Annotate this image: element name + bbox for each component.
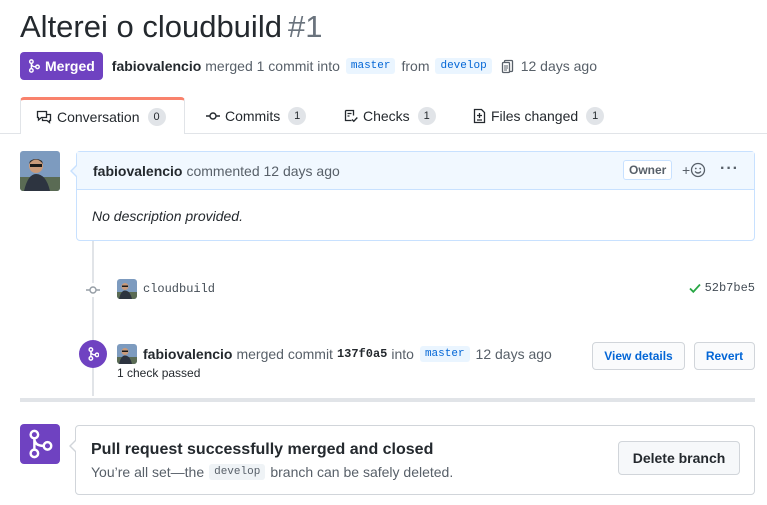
merged-status-description: You’re all set—the develop branch can be…: [91, 464, 453, 480]
tab-checks-label: Checks: [363, 107, 410, 124]
merge-event-badge: [79, 340, 107, 368]
pr-title: Alterei o cloudbuild #1: [20, 8, 322, 46]
tab-checks[interactable]: Checks 1: [344, 97, 436, 134]
merged-branch-label: develop: [209, 464, 266, 480]
add-reaction-button[interactable]: +: [682, 162, 706, 178]
comment-header: fabiovalencio commented 12 days ago Owne…: [77, 152, 754, 190]
tab-files-changed-count: 1: [586, 106, 605, 125]
merged-state-icon: [20, 424, 60, 464]
file-diff-icon: [473, 108, 486, 123]
base-branch-label[interactable]: master: [345, 58, 396, 74]
merge-event-text: merged commit: [236, 346, 333, 362]
head-branch-label[interactable]: develop: [435, 58, 492, 74]
timeline-separator: [20, 398, 755, 402]
merged-status-title: Pull request successfully merged and clo…: [91, 441, 434, 458]
comment-author-link[interactable]: fabiovalencio: [93, 163, 182, 179]
merged-box-pointer-fill: [71, 440, 77, 452]
git-merge-icon: [28, 59, 40, 73]
delete-branch-button[interactable]: Delete branch: [618, 441, 740, 475]
tab-conversation[interactable]: Conversation 0: [20, 97, 185, 134]
pr-meta: Merged fabiovalencio merged 1 commit int…: [20, 52, 597, 80]
merged-status-box: Pull request successfully merged and clo…: [75, 425, 755, 495]
git-merge-icon: [87, 347, 99, 361]
check-icon[interactable]: [688, 282, 701, 294]
git-merge-icon: [29, 429, 53, 459]
merged-desc-before: You’re all set—the: [91, 464, 205, 480]
tab-files-changed-label: Files changed: [491, 107, 579, 124]
merge-commit-sha-link[interactable]: 137f0a5: [337, 347, 387, 361]
merge-event-line: fabiovalencio merged commit 137f0a5 into…: [117, 344, 552, 364]
comment-discussion-icon: [36, 110, 52, 124]
merged-status-badge: Merged: [20, 52, 103, 80]
commit-row: cloudbuild: [117, 278, 215, 300]
comment-author-avatar[interactable]: [20, 151, 60, 191]
tab-conversation-label: Conversation: [57, 109, 140, 125]
view-details-button[interactable]: View details: [592, 342, 685, 370]
merged-status-label: Merged: [45, 58, 95, 74]
pr-merge-text: merged 1 commit into: [205, 58, 340, 74]
merge-author-link[interactable]: fabiovalencio: [143, 346, 232, 362]
tab-checks-count: 1: [417, 106, 436, 125]
add-reaction-plus: +: [682, 162, 691, 178]
revert-button[interactable]: Revert: [694, 342, 755, 370]
comment-more-button[interactable]: ···: [720, 160, 739, 178]
merge-into-text: into: [391, 346, 414, 362]
checklist-icon: [344, 109, 358, 122]
git-commit-icon: [86, 286, 100, 294]
pr-author-link[interactable]: fabiovalencio: [112, 58, 201, 74]
tab-commits-label: Commits: [225, 107, 281, 124]
commit-sha-area: 52b7be5: [688, 281, 755, 295]
commit-author-avatar[interactable]: [117, 279, 137, 299]
comment-body: No description provided.: [92, 208, 243, 224]
pr-number: #1: [287, 9, 323, 44]
timeline-line: [92, 241, 94, 396]
comment-action: commented 12 days ago: [186, 162, 340, 179]
commit-sha-link[interactable]: 52b7be5: [705, 281, 755, 295]
owner-badge: Owner: [623, 160, 673, 180]
checks-status: 1 check passed: [117, 366, 201, 380]
tab-files-changed[interactable]: Files changed 1: [473, 97, 605, 134]
merge-time-ago: 12 days ago: [475, 346, 552, 362]
merge-author-avatar[interactable]: [117, 344, 137, 364]
merge-target-branch[interactable]: master: [419, 346, 470, 362]
comment-pointer-fill: [72, 165, 78, 177]
tab-commits-count: 1: [288, 106, 307, 125]
commit-message-link[interactable]: cloudbuild: [143, 282, 215, 296]
timeline-commit-icon: [85, 283, 101, 297]
tab-conversation-count: 0: [147, 108, 166, 126]
merged-desc-after: branch can be safely deleted.: [270, 464, 454, 480]
smiley-icon: [691, 162, 706, 178]
git-commit-icon: [206, 111, 220, 120]
pr-time-ago: 12 days ago: [520, 58, 597, 74]
pr-title-text: Alterei o cloudbuild: [20, 9, 282, 44]
pr-from-text: from: [401, 58, 430, 74]
copy-branch-icon[interactable]: [501, 58, 515, 74]
tab-commits[interactable]: Commits 1: [206, 97, 307, 134]
comment-card: fabiovalencio commented 12 days ago Owne…: [76, 151, 755, 241]
